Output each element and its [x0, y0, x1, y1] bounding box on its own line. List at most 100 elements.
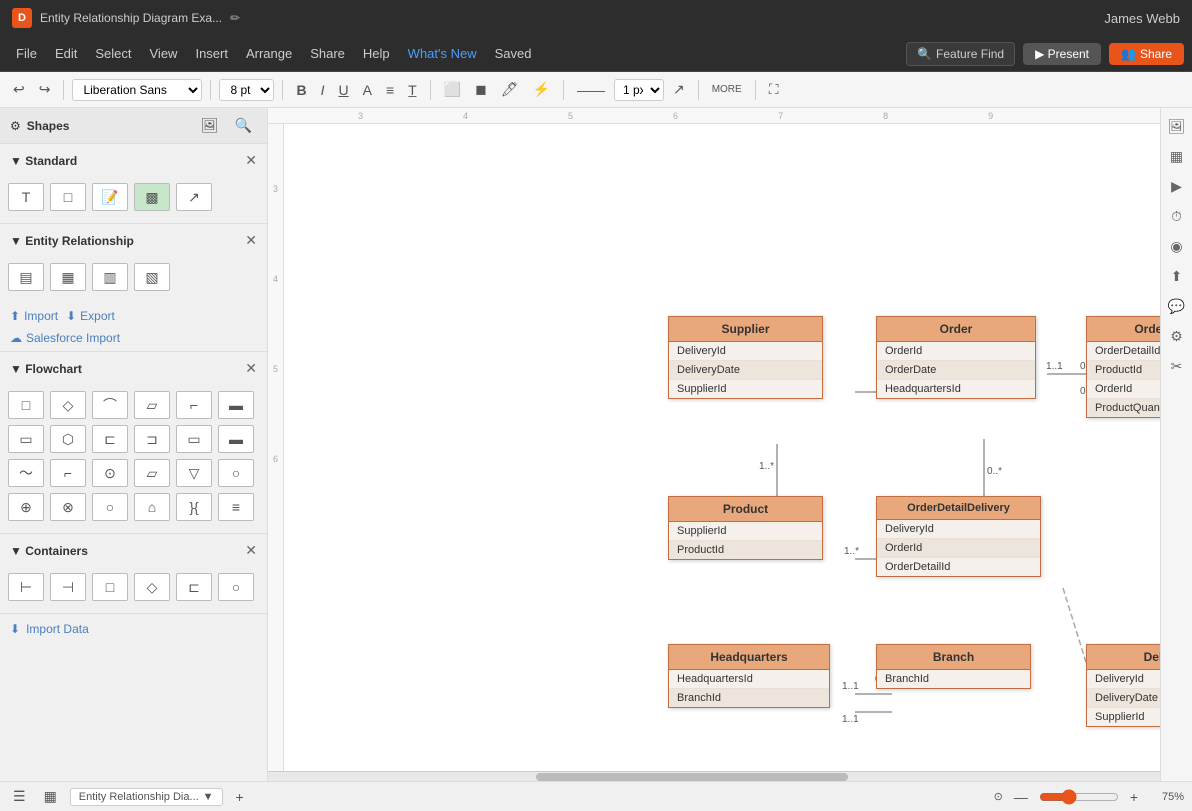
fc-para2[interactable]: ▱ [134, 459, 170, 487]
cont-diamond[interactable]: ◇ [134, 573, 170, 601]
right-pages-icon[interactable]: 🖼 [1165, 114, 1189, 138]
orderdetail-table[interactable]: OrderDetail OrderDetailId ProductId Orde… [1086, 316, 1160, 418]
fc-oval[interactable]: ○ [218, 459, 254, 487]
fc-circle2[interactable]: ○ [92, 493, 128, 521]
fc-diamond[interactable]: ◇ [50, 391, 86, 419]
shapes-search-button[interactable]: 🔍 [230, 114, 257, 137]
fc-rect3[interactable]: ▭ [176, 425, 212, 453]
export-action[interactable]: ⬇ Export [66, 309, 115, 323]
order-table[interactable]: Order OrderId OrderDate HeadquartersId [876, 316, 1036, 399]
zoom-in-button[interactable]: + [1125, 786, 1143, 808]
menu-file[interactable]: File [8, 42, 45, 65]
canvas-area[interactable]: 3 4 5 6 7 8 9 3 4 5 6 1..* 0..* 1..1 0..… [268, 108, 1160, 781]
salesforce-import-action[interactable]: ☁ Salesforce Import [10, 331, 257, 345]
fc-hex[interactable]: ⬡ [50, 425, 86, 453]
fill-solid-button[interactable]: ◼ [470, 78, 492, 101]
orderdetaildelivery-table[interactable]: OrderDetailDelivery DeliveryId OrderId O… [876, 496, 1041, 577]
bold-button[interactable]: B [291, 79, 311, 101]
containers-header[interactable]: ▼ Containers ✕ [0, 534, 267, 567]
fc-plus[interactable]: ⊕ [8, 493, 44, 521]
undo-button[interactable]: ↩ [8, 78, 30, 101]
containers-close-button[interactable]: ✕ [245, 542, 257, 559]
menu-insert[interactable]: Insert [187, 42, 236, 65]
edit-title-icon[interactable]: ✏ [230, 11, 240, 25]
entity-relationship-header[interactable]: ▼ Entity Relationship ✕ [0, 224, 267, 257]
fc-step[interactable]: ⌐ [176, 391, 212, 419]
underline-button[interactable]: U [333, 79, 353, 101]
fc-round[interactable]: ⌒ [92, 391, 128, 419]
note-shape[interactable]: 📝 [92, 183, 128, 211]
shapes-image-button[interactable]: 🖼 [196, 114, 224, 137]
font-size-select[interactable]: 8 pt [219, 79, 274, 101]
right-grid-icon[interactable]: ▦ [1165, 144, 1189, 168]
document-title[interactable]: Entity Relationship Diagram Exa... [40, 11, 222, 25]
present-button[interactable]: ▶ Present [1023, 43, 1101, 65]
fc-wave[interactable]: 〜 [8, 459, 44, 487]
er-shape-2[interactable]: ▦ [50, 263, 86, 291]
right-settings-icon[interactable]: ⚙ [1165, 324, 1189, 348]
line-style-button[interactable]: —— [572, 79, 610, 101]
right-layers-icon[interactable]: ◉ [1165, 234, 1189, 258]
list-view-button[interactable]: ☰ [8, 785, 31, 808]
cont-oval[interactable]: ○ [218, 573, 254, 601]
zoom-slider[interactable] [1039, 789, 1119, 805]
rect-shape[interactable]: □ [50, 183, 86, 211]
menu-help[interactable]: Help [355, 42, 398, 65]
right-play-icon[interactable]: ▶ [1165, 174, 1189, 198]
diagram-tab[interactable]: Entity Relationship Dia... ▼ [70, 788, 223, 806]
font-color-button[interactable]: A [358, 79, 377, 101]
headquarters-table[interactable]: Headquarters HeadquartersId BranchId [668, 644, 830, 708]
flowchart-close-button[interactable]: ✕ [245, 360, 257, 377]
branch-table[interactable]: Branch BranchId [876, 644, 1031, 689]
cont-pipe[interactable]: ⊢ [8, 573, 44, 601]
colored-rect-shape[interactable]: ▩ [134, 183, 170, 211]
right-scissors-icon[interactable]: ✂ [1165, 354, 1189, 378]
flowchart-header[interactable]: ▼ Flowchart ✕ [0, 352, 267, 385]
cont-rect[interactable]: □ [92, 573, 128, 601]
fc-tri[interactable]: ▽ [176, 459, 212, 487]
menu-select[interactable]: Select [87, 42, 139, 65]
feature-find-button[interactable]: 🔍 Feature Find [906, 42, 1015, 66]
text-style-button[interactable]: T̲ [403, 79, 422, 101]
horizontal-scrollbar[interactable] [268, 771, 1160, 781]
supplier-table[interactable]: Supplier DeliveryId DeliveryDate Supplie… [668, 316, 823, 399]
fullscreen-button[interactable]: ⛶ [764, 78, 784, 101]
menu-edit[interactable]: Edit [47, 42, 85, 65]
scrollbar-thumb[interactable] [536, 773, 848, 781]
er-shape-3[interactable]: ▥ [92, 263, 128, 291]
font-family-select[interactable]: Liberation Sans [72, 79, 202, 101]
fc-curly[interactable]: }{ [176, 493, 212, 521]
cont-pipe2[interactable]: ⊣ [50, 573, 86, 601]
menu-share[interactable]: Share [302, 42, 353, 65]
fc-house[interactable]: ⌂ [134, 493, 170, 521]
fc-circle[interactable]: ⊙ [92, 459, 128, 487]
add-tab-button[interactable]: + [231, 786, 249, 808]
standard-close-button[interactable]: ✕ [245, 152, 257, 169]
share-button[interactable]: 👥 Share [1109, 43, 1184, 65]
menu-whats-new[interactable]: What's New [400, 42, 485, 65]
menu-view[interactable]: View [142, 42, 186, 65]
right-upload-icon[interactable]: ⬆ [1165, 264, 1189, 288]
fc-delay[interactable]: ▬ [218, 391, 254, 419]
product-table[interactable]: Product SupplierId ProductId [668, 496, 823, 560]
fc-tri-l[interactable]: ⊏ [92, 425, 128, 453]
connector-style-button[interactable]: ↗ [668, 78, 690, 101]
delivery-table[interactable]: Delivery DeliveryId DeliveryDate Supplie… [1086, 644, 1160, 727]
grid-view-button[interactable]: ▦ [39, 785, 62, 808]
zoom-out-button[interactable]: — [1009, 786, 1033, 808]
import-data-action[interactable]: ⬇ Import Data [0, 614, 267, 644]
italic-button[interactable]: I [316, 79, 330, 101]
cont-bracket[interactable]: ⊏ [176, 573, 212, 601]
fc-rect[interactable]: □ [8, 391, 44, 419]
align-button[interactable]: ≡ [381, 79, 399, 101]
fc-x[interactable]: ⊗ [50, 493, 86, 521]
menu-arrange[interactable]: Arrange [238, 42, 300, 65]
import-action[interactable]: ⬆ Import [10, 309, 58, 323]
line-width-select[interactable]: 1 px [614, 79, 664, 101]
er-shape-1[interactable]: ▤ [8, 263, 44, 291]
right-clock-icon[interactable]: ⏱ [1165, 204, 1189, 228]
right-comment-icon[interactable]: 💬 [1165, 294, 1189, 318]
line-color-button[interactable]: 🖊 [496, 78, 524, 101]
fit-icon[interactable]: ⊙ [994, 790, 1003, 803]
fc-lines[interactable]: ≡ [218, 493, 254, 521]
